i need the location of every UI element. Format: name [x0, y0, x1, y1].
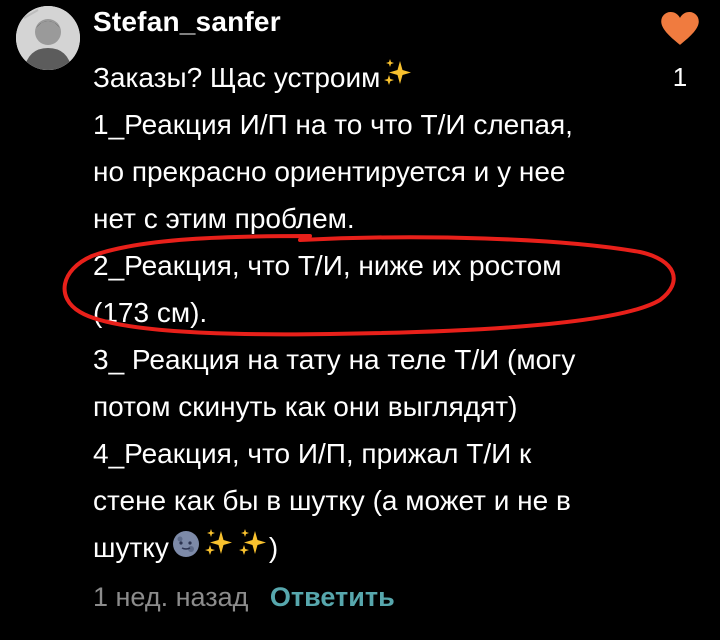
text-line: 3_ Реакция на тату на теле Т/И (могу [93, 344, 576, 375]
avatar[interactable] [16, 6, 80, 70]
text-line-content: ) [268, 532, 279, 563]
text-line: стене как бы в шутку (а может и не в [93, 485, 571, 516]
text-line: но прекрасно ориентируется и у нее [93, 156, 566, 187]
text-line: 4_Реакция, что И/П, прижал Т/И к [93, 438, 532, 469]
avatar-icon [16, 6, 80, 70]
text-line: 2_Реакция, что Т/И, ниже их ростом [93, 250, 562, 281]
like-area[interactable]: 1 [652, 8, 708, 92]
text-line: нет с этим проблем. [93, 203, 355, 234]
moon-face-icon [171, 526, 201, 573]
username[interactable]: Stefan_sanfer [93, 6, 281, 38]
text-line: потом скинуть как они выглядят) [93, 391, 518, 422]
text-line: Заказы? Щас устроим [93, 54, 653, 101]
timestamp: 1 нед. назад [93, 582, 249, 612]
like-count: 1 [672, 62, 688, 92]
text-line-content: Заказы? Щас устроим [93, 62, 381, 93]
sparkles-icon [237, 526, 269, 573]
text-line: 1_Реакция И/П на то что Т/И слепая, [93, 109, 573, 140]
sparkles-icon [382, 56, 414, 103]
comment: Stefan_sanfer 1 Заказы? Щас устроим 1_Ре… [0, 0, 720, 640]
comment-meta: 1 нед. назад Ответить [93, 582, 395, 613]
reply-button[interactable]: Ответить [270, 582, 395, 612]
text-line-content: шутку [93, 532, 169, 563]
text-line: (173 см). [93, 297, 208, 328]
heart-icon[interactable] [661, 12, 699, 46]
comment-text: Заказы? Щас устроим 1_Реакция И/П на то … [93, 54, 653, 571]
text-line: шутку) [93, 524, 653, 571]
sparkles-icon [203, 526, 235, 573]
